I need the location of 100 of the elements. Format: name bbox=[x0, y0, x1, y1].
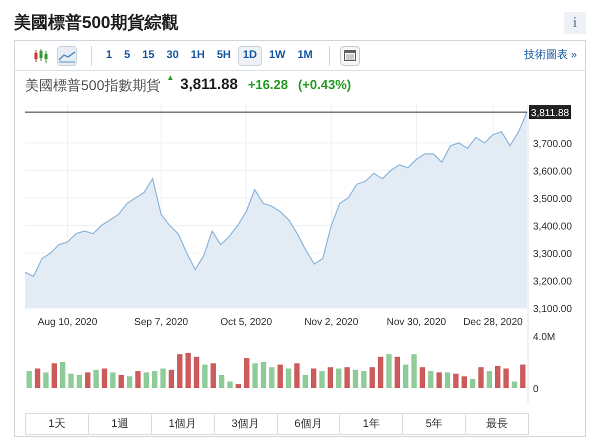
volume-bar bbox=[60, 362, 66, 388]
interval-tab[interactable]: 30 bbox=[162, 46, 184, 66]
axis-label: 0 bbox=[533, 384, 539, 395]
volume-bar bbox=[93, 370, 99, 388]
volume-bar bbox=[503, 368, 509, 388]
axis-label: 4.0M bbox=[533, 332, 556, 343]
axis-label: Nov 30, 2020 bbox=[386, 317, 446, 328]
range-button[interactable]: 5年 bbox=[402, 413, 466, 435]
interval-tab[interactable]: 1H bbox=[186, 46, 210, 66]
volume-bar bbox=[52, 363, 57, 388]
axis-label: Nov 2, 2020 bbox=[304, 317, 358, 328]
axis-label: Dec 28, 2020 bbox=[463, 317, 523, 328]
axis-label: 3,300.00 bbox=[533, 248, 572, 260]
axis-label: Aug 10, 2020 bbox=[38, 317, 98, 328]
axis-label: 3,100.00 bbox=[533, 304, 572, 315]
volume-bar bbox=[160, 368, 166, 388]
interval-tab[interactable]: 1D bbox=[238, 46, 262, 66]
axis-label: Oct 5, 2020 bbox=[220, 317, 272, 328]
volume-bar bbox=[43, 372, 49, 388]
volume-bar bbox=[26, 371, 32, 388]
volume-bar bbox=[110, 372, 116, 388]
volume-bar bbox=[185, 352, 191, 388]
page-title: 美國標普500期貨綜觀 bbox=[14, 12, 178, 34]
volume-bar bbox=[319, 371, 325, 388]
volume-bar bbox=[444, 372, 450, 388]
volume-bar bbox=[236, 384, 242, 388]
volume-bar bbox=[118, 375, 124, 388]
instrument-name: 美國標普500指數期貨 bbox=[25, 76, 160, 94]
chart-type-button[interactable] bbox=[57, 46, 77, 66]
volume-bar bbox=[344, 367, 350, 388]
range-button[interactable]: 1年 bbox=[339, 413, 404, 435]
volume-bar bbox=[76, 375, 82, 388]
volume-bar bbox=[453, 374, 459, 388]
volume-bar bbox=[278, 364, 283, 388]
volume-bar bbox=[370, 367, 375, 388]
range-button[interactable]: 6個月 bbox=[276, 413, 340, 435]
range-button[interactable]: 3個月 bbox=[214, 413, 278, 435]
price-change: +16.28 bbox=[248, 76, 288, 94]
volume-bar bbox=[152, 371, 158, 388]
price-label: 3,811.88 bbox=[529, 105, 571, 120]
volume-bar bbox=[194, 356, 200, 388]
volume-bar bbox=[227, 382, 233, 388]
up-arrow: ▲ bbox=[166, 74, 174, 82]
volume-bar bbox=[420, 367, 426, 388]
volume-bar bbox=[378, 356, 384, 388]
volume-bar bbox=[210, 363, 216, 388]
interval-tab[interactable]: 5H bbox=[212, 46, 236, 66]
axis-label: 3,200.00 bbox=[533, 276, 572, 288]
info-button[interactable]: i bbox=[564, 12, 586, 34]
line-chart-icon bbox=[58, 48, 76, 62]
volume-bar bbox=[126, 376, 132, 388]
volume-bar bbox=[336, 368, 342, 388]
technical-chart-link[interactable]: 技術圖表 » bbox=[524, 47, 577, 64]
range-button[interactable]: 1天 bbox=[25, 413, 89, 435]
axis-label: 3,600.00 bbox=[533, 166, 572, 178]
volume-bar bbox=[244, 358, 250, 388]
percent-change: (+0.43%) bbox=[298, 76, 352, 94]
axis-label: 3,400.00 bbox=[533, 221, 572, 232]
volume-bar bbox=[436, 372, 442, 388]
volume-bar bbox=[85, 372, 90, 388]
volume-bar bbox=[486, 371, 492, 388]
volume-bar bbox=[495, 366, 500, 388]
axis-label: 3,500.00 bbox=[533, 194, 572, 205]
volume-bar bbox=[470, 378, 476, 388]
last-price: 3,811.88 bbox=[180, 74, 238, 95]
volume-bar bbox=[411, 354, 417, 388]
interval-tab[interactable]: 5 bbox=[119, 46, 136, 66]
volume-bar bbox=[428, 371, 434, 388]
table-view-button[interactable] bbox=[340, 46, 360, 66]
volume-bar bbox=[252, 363, 258, 388]
volume-bar bbox=[512, 382, 518, 388]
axis-label: Sep 7, 2020 bbox=[134, 317, 188, 328]
volume-bar bbox=[34, 368, 40, 388]
volume-bar bbox=[478, 367, 484, 388]
volume-bar bbox=[310, 368, 316, 388]
interval-tab[interactable]: 1W bbox=[264, 46, 290, 66]
volume-bar bbox=[168, 370, 174, 388]
interval-tab[interactable]: 1M bbox=[292, 46, 318, 66]
volume-bar bbox=[352, 370, 358, 388]
volume-bar bbox=[218, 375, 224, 388]
volume-bar bbox=[135, 371, 141, 388]
volume-bar bbox=[102, 368, 108, 388]
range-button[interactable]: 1個月 bbox=[150, 413, 215, 435]
volume-bar bbox=[394, 356, 400, 388]
volume-bar bbox=[144, 372, 149, 388]
volume-bar bbox=[403, 364, 408, 388]
range-button[interactable]: 1週 bbox=[88, 413, 152, 435]
volume-bar bbox=[68, 374, 74, 388]
volume-bar bbox=[328, 367, 334, 388]
candlestick-icon bbox=[33, 48, 49, 64]
interval-tab[interactable]: 15 bbox=[137, 46, 160, 66]
table-icon bbox=[344, 50, 356, 61]
volume-bar bbox=[286, 368, 292, 388]
volume-bar bbox=[202, 364, 208, 388]
volume-bar bbox=[302, 375, 308, 388]
interval-tab[interactable]: 1 bbox=[101, 46, 118, 66]
range-button[interactable]: 最長 bbox=[465, 413, 529, 435]
volume-bar bbox=[361, 371, 367, 388]
volume-bar bbox=[294, 363, 300, 388]
volume-bar bbox=[520, 364, 526, 388]
